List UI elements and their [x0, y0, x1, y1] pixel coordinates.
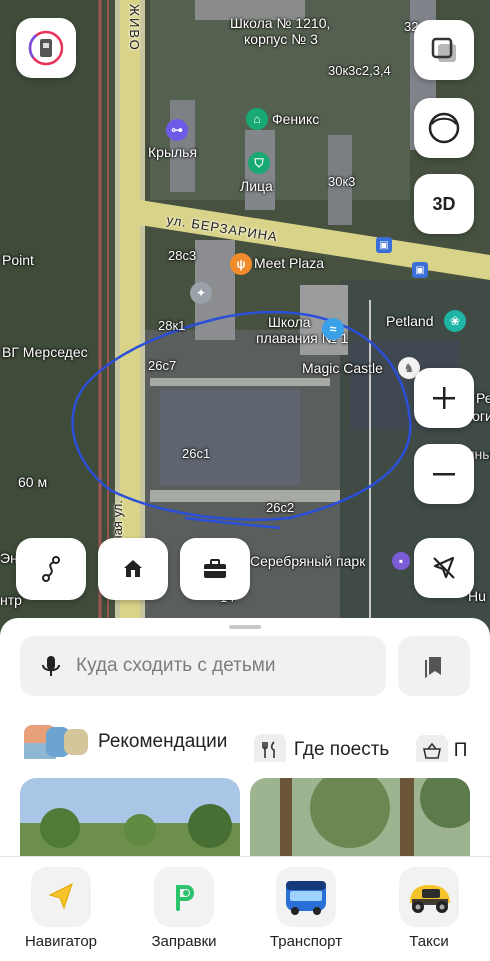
label-ntr: нтр	[0, 592, 22, 608]
label-building-28c3: 28с3	[168, 248, 197, 263]
fork-knife-icon	[253, 734, 286, 762]
place-photo-2	[250, 778, 470, 858]
home-button[interactable]	[98, 538, 168, 600]
chip-where-to-eat-label: Где поесть	[293, 739, 390, 760]
label-meet-plaza[interactable]: Meet Plaza	[254, 255, 324, 271]
zoom-in-button[interactable]	[414, 368, 474, 428]
label-krylya[interactable]: Крылья	[148, 144, 197, 160]
place-card-2[interactable]	[250, 778, 470, 858]
label-feniks[interactable]: Феникс	[272, 111, 319, 127]
label-building-30k3: 30к3	[328, 174, 356, 189]
nav-transport-label: Транспорт	[269, 933, 343, 950]
microphone-icon[interactable]	[40, 654, 62, 678]
bus-stop-icon[interactable]: ▣	[376, 237, 392, 253]
work-button[interactable]	[180, 538, 250, 600]
category-chips: Рекомендации Где поесть П	[24, 722, 490, 762]
profile-button[interactable]	[16, 18, 76, 78]
layers-button[interactable]	[414, 20, 474, 80]
recommendations-images-icon	[24, 725, 88, 759]
nav-navigator[interactable]: Навигатор	[11, 857, 111, 961]
chip-recommendations-label: Рекомендации	[98, 731, 228, 752]
shield-icon[interactable]: ⛉	[248, 152, 270, 174]
bookmarks-icon	[425, 657, 441, 678]
layers-icon	[431, 37, 456, 62]
fitness-icon[interactable]: ⊶	[166, 119, 188, 141]
chip-shopping[interactable]: П	[415, 731, 468, 762]
3d-button[interactable]: 3D	[414, 174, 474, 234]
label-litsa[interactable]: Лица	[240, 178, 273, 194]
nav-fuel-label: Заправки	[151, 933, 217, 950]
park-bag-icon[interactable]: ▪	[392, 552, 410, 570]
profile-ring-icon	[28, 30, 64, 66]
search-placeholder: Куда сходить с детьми	[76, 655, 276, 676]
map-view[interactable]: ЖИВО ул. БЕРЗАРИНА Живописная ул. Школа …	[0, 0, 490, 640]
map-mode-button[interactable]	[414, 98, 474, 158]
route-icon	[42, 556, 60, 582]
label-petland[interactable]: Petland	[386, 313, 433, 329]
globe-icon	[428, 112, 460, 144]
label-building-28k1: 28к1	[158, 318, 186, 333]
nav-navigator-label: Навигатор	[24, 933, 98, 950]
bottom-navigation: Навигатор Заправки Транспорт Такси	[0, 856, 490, 961]
label-serebryany-park[interactable]: Серебряный парк	[250, 553, 365, 569]
my-location-button[interactable]	[414, 538, 474, 598]
museum-icon[interactable]: ⌂	[246, 108, 268, 130]
label-building-26c2: 26с2	[266, 500, 295, 515]
bus-stop-icon-2[interactable]: ▣	[412, 262, 428, 278]
label-school-1210: Школа № 1210,	[230, 15, 331, 31]
chip-recommendations[interactable]: Рекомендации	[24, 722, 227, 762]
bookmarks-button[interactable]	[398, 636, 470, 696]
label-building-30k3c234: 30к3с2,3,4	[328, 63, 391, 78]
chip-shopping-label: П	[453, 740, 468, 761]
zoom-out-button[interactable]	[414, 444, 474, 504]
label-swim-school-line1[interactable]: Школа	[268, 314, 311, 330]
label-building-26c7: 26с7	[148, 358, 177, 373]
briefcase-icon	[204, 559, 226, 578]
fuel-p-icon	[154, 867, 214, 927]
place-photo-1	[20, 778, 240, 858]
basket-icon	[415, 735, 448, 762]
minus-icon	[433, 473, 455, 476]
taxi-car-icon	[399, 867, 459, 927]
nav-taxi-label: Такси	[409, 933, 449, 950]
restaurant-icon[interactable]: ψ	[230, 253, 252, 275]
label-resp: Рес	[476, 390, 490, 406]
street-label-zhivopisnaya: ЖИВО	[127, 4, 142, 52]
bus-icon	[276, 867, 336, 927]
label-magic-castle[interactable]: Magic Castle	[302, 360, 383, 376]
place-card-1[interactable]	[20, 778, 240, 858]
swimming-icon[interactable]: ≈	[322, 318, 344, 340]
sheet-grabber[interactable]	[229, 625, 261, 629]
nav-fuel[interactable]: Заправки	[134, 857, 234, 961]
label-building-26c1: 26с1	[182, 446, 211, 461]
route-button[interactable]	[16, 538, 86, 600]
chip-where-to-eat[interactable]: Где поесть	[253, 730, 390, 762]
paw-icon[interactable]: ❀	[444, 310, 466, 332]
nav-taxi[interactable]: Такси	[379, 857, 479, 961]
label-point: Point	[2, 252, 34, 268]
plus-icon	[433, 387, 455, 409]
label-distance-60m: 60 м	[18, 474, 48, 490]
search-field[interactable]: Куда сходить с детьми	[20, 636, 386, 696]
home-icon	[124, 560, 142, 577]
label-mercedes: ВГ Мерседес	[2, 344, 88, 360]
nav-transport[interactable]: Транспорт	[256, 857, 356, 961]
graduation-cap-icon[interactable]: ✦	[190, 282, 212, 304]
navigator-arrow-icon	[31, 867, 91, 927]
label-school-1210-building: корпус № 3	[244, 31, 318, 47]
location-arrow-off-icon	[433, 556, 455, 579]
